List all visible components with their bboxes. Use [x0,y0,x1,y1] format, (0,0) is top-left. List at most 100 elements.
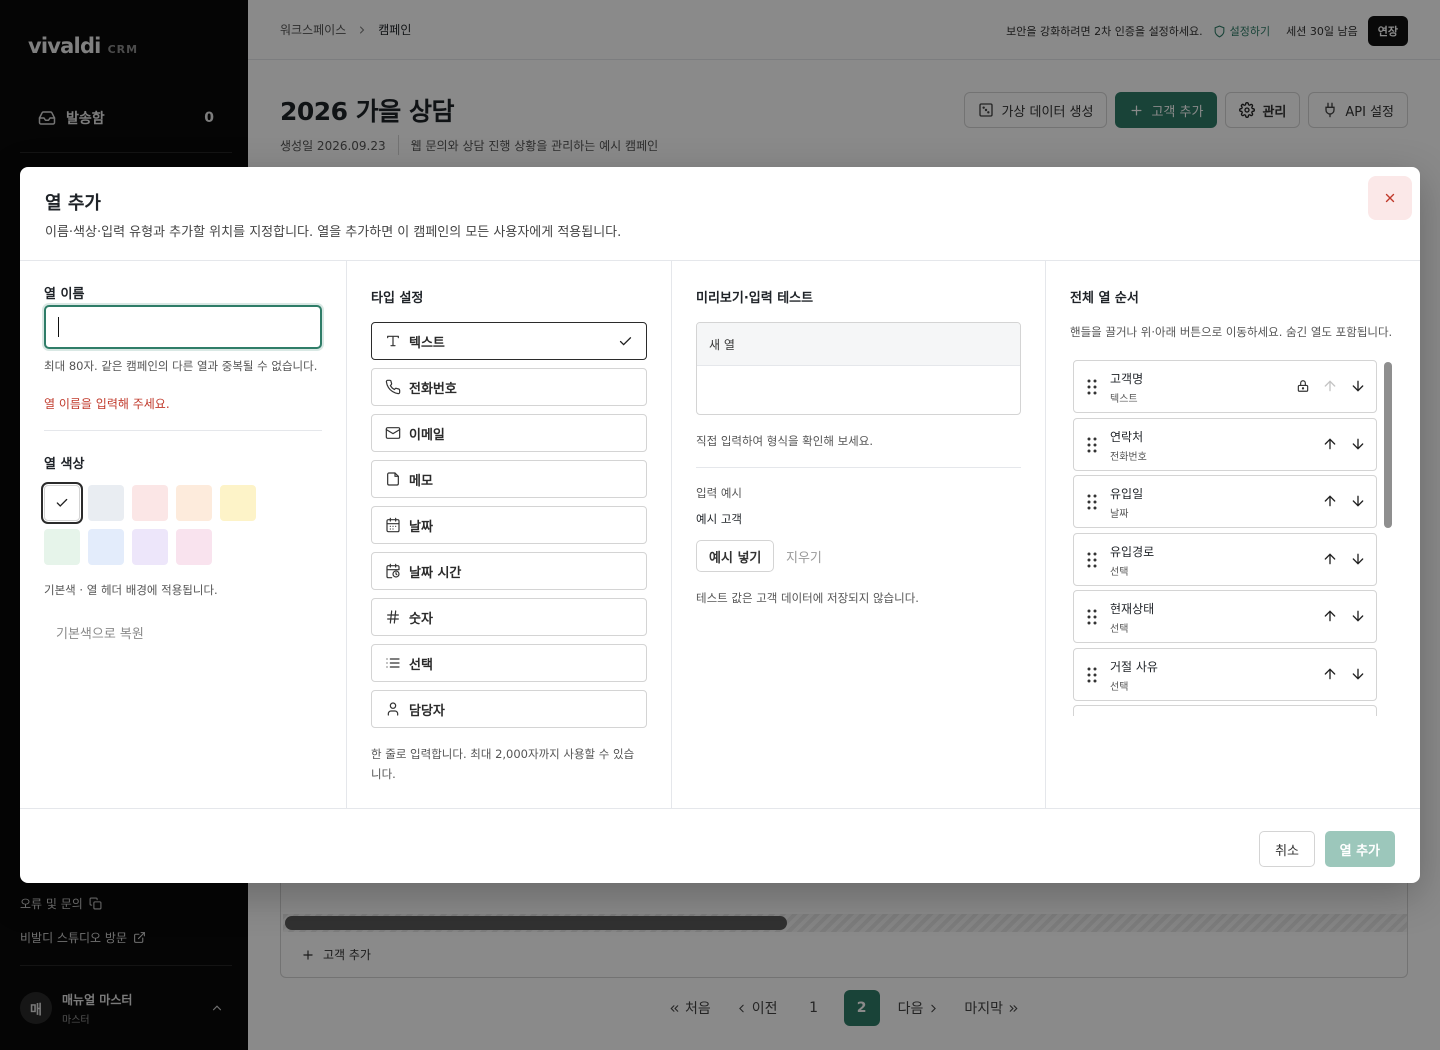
color-swatch[interactable] [132,529,168,565]
column-order-item[interactable]: 유입일날짜 [1073,475,1377,528]
name-color-panel: 열 이름 최대 80자. 같은 캠페인의 다른 열과 중복될 수 없습니다. 열… [20,261,347,808]
drag-handle-icon[interactable] [1086,552,1098,568]
section-divider [44,430,322,431]
preview-column-header: 새 열 [697,323,1020,366]
type-option[interactable]: 이메일 [371,414,647,452]
color-swatch[interactable] [176,529,212,565]
list-icon [385,655,401,671]
column-color-label: 열 색상 [44,457,85,472]
insert-example-button[interactable]: 예시 넣기 [696,540,775,572]
column-name-hint: 최대 80자. 같은 캠페인의 다른 열과 중복될 수 없습니다. [44,359,318,373]
column-order-item[interactable]: 현재상태 선택 [1073,590,1377,643]
column-order-type: 텍스트 [1110,394,1138,405]
preview-label: 미리보기·입력 테스트 [696,291,814,306]
arrow-up-icon[interactable] [1322,436,1338,452]
cancel-button[interactable]: 취소 [1259,831,1315,867]
column-order-type: 선택 [1110,681,1129,693]
memo-icon [385,471,401,487]
column-order-controls [1322,436,1366,452]
dialog-title: 열 추가 [45,193,101,214]
user-icon [385,701,401,717]
type-option-label: 선택 [409,657,433,673]
column-order-name: 유입일 [1110,487,1144,501]
drag-handle-icon[interactable] [1086,609,1098,625]
drag-handle-icon[interactable] [1086,437,1098,453]
lock-icon [1296,379,1310,393]
arrow-down-icon[interactable] [1350,436,1366,452]
color-swatch[interactable] [220,485,256,521]
type-option-label: 메모 [409,473,433,489]
add-column-button[interactable]: 열 추가 [1324,831,1395,867]
arrow-down-icon[interactable] [1350,608,1366,624]
dialog-description: 이름·색상·입력 유형과 추가할 위치를 지정합니다. 열을 추가하면 이 캠페… [45,225,622,240]
preview-table: 새 열 [696,322,1021,415]
column-order-item[interactable]: 연락처 전화번호 [1073,417,1377,471]
column-order-controls [1322,666,1366,682]
column-name-error: 열 이름을 입력해 주세요. [44,397,170,411]
check-icon [618,334,633,349]
arrow-down-icon[interactable] [1350,493,1366,509]
color-swatch[interactable] [132,485,168,521]
arrow-down-icon[interactable] [1350,378,1366,394]
scrollbar-thumb[interactable] [1384,362,1392,528]
preview-test-input[interactable] [697,366,1020,414]
vertical-scrollbar[interactable] [1384,360,1392,716]
type-option[interactable]: 담당자 [371,690,647,728]
color-swatch[interactable] [88,485,124,521]
preview-hint: 직접 입력하여 형식을 확인해 보세요. [696,434,873,448]
column-order-panel: 전체 열 순서 핸들을 끌거나 위·아래 버튼으로 이동하세요. 숨긴 열도 포… [1046,261,1420,808]
type-option-label: 담당자 [409,703,445,719]
column-order-type: 날짜 [1110,509,1129,520]
column-order-name: 유입경로 [1110,544,1155,559]
arrow-up-icon[interactable] [1322,551,1338,567]
column-order-controls [1322,493,1366,509]
drag-handle-icon[interactable] [1086,379,1098,395]
arrow-up-icon[interactable] [1322,378,1338,394]
drag-handle-icon[interactable] [1086,667,1098,683]
type-option[interactable]: 전화번호 [371,368,647,406]
column-order-item[interactable]: 유입경로 선택 [1073,532,1377,586]
column-order-list: 고객명텍스트연락처전화번호유입일날짜유입경로선택현재상태선택거절 사유선택담당 … [1073,360,1377,716]
type-option-label: 날짜 [409,519,433,535]
type-option[interactable]: 숫자 [371,598,647,636]
column-order-item[interactable]: 고객명 텍스트 [1073,360,1377,413]
column-order-name: 현재상태 [1110,602,1155,616]
arrow-down-icon[interactable] [1350,666,1366,682]
type-option-label: 이메일 [409,427,445,443]
color-swatch[interactable] [44,529,80,565]
color-swatch[interactable] [41,482,83,524]
type-panel: 타입 설정 텍스트 전화번호 이메일 메모 날짜 날짜 시간 숫자 선택 담당자 한 줄로 입력… [347,261,672,808]
hash-icon [385,609,401,625]
column-order-item[interactable]: 거절 사유 선택 [1073,647,1377,701]
color-swatch[interactable] [88,529,124,565]
drag-handle-icon[interactable] [1086,494,1098,510]
type-option[interactable]: 텍스트 [371,322,647,360]
type-option-label: 전화번호 [409,381,457,397]
column-order-controls [1296,378,1366,394]
type-option[interactable]: 날짜 [371,506,647,544]
type-note: 한 줄로 입력합니다. 최대 2,000자까지 사용할 수 있습니다. [371,747,635,781]
clear-button[interactable]: 지우기 [786,547,822,566]
example-value: 예시 고객 [696,512,742,526]
check-icon [55,496,69,510]
column-order-item[interactable]: 담당 상태선택 [1073,705,1377,716]
add-column-dialog: 열 추가 이름·색상·입력 유형과 추가할 위치를 지정합니다. 열을 추가하면… [20,167,1420,883]
preview-panel: 미리보기·입력 테스트 새 열 직접 입력하여 형식을 확인해 보세요. 입력 … [672,261,1046,808]
text-icon [385,333,401,349]
arrow-up-icon[interactable] [1322,493,1338,509]
type-option[interactable]: 선택 [371,644,647,682]
column-order-label: 전체 열 순서 [1070,291,1139,306]
type-option[interactable]: 메모 [371,460,647,498]
column-order-hint: 핸들을 끌거나 위·아래 버튼으로 이동하세요. 숨긴 열도 포함됩니다. [1070,325,1393,339]
close-button[interactable] [1368,176,1412,220]
restore-default-color-button[interactable]: 기본색으로 복원 [56,623,144,642]
arrow-up-icon[interactable] [1322,608,1338,624]
type-options: 텍스트전화번호이메일메모날짜날짜 시간숫자선택담당자 [371,322,647,736]
arrow-down-icon[interactable] [1350,551,1366,567]
type-option[interactable]: 날짜 시간 [371,552,647,590]
column-name-input[interactable] [44,305,322,349]
color-swatch[interactable] [176,485,212,521]
arrow-up-icon[interactable] [1322,666,1338,682]
close-icon [1383,191,1397,205]
column-color-hint: 기본색 · 열 헤더 배경에 적용됩니다. [44,583,218,597]
